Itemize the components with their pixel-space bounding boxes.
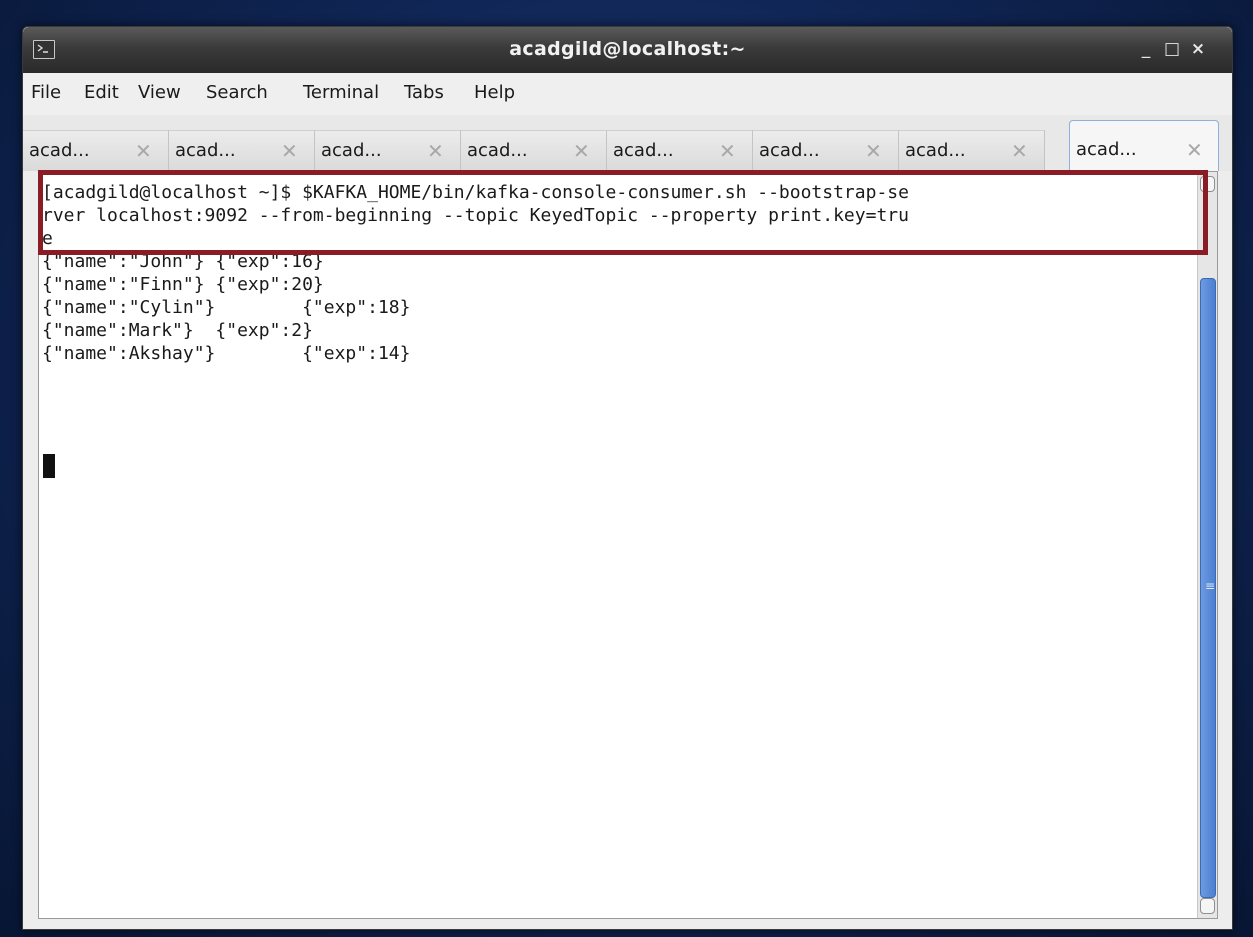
tab-close-icon[interactable]: ✕ <box>135 139 152 163</box>
tab-6[interactable]: acad... ✕ <box>753 130 899 171</box>
command-line-wrap: e <box>42 228 53 249</box>
tab-8-active[interactable]: acad... ✕ <box>1069 120 1219 171</box>
tab-close-icon[interactable]: ✕ <box>281 139 298 163</box>
tab-2[interactable]: acad... ✕ <box>169 130 315 171</box>
command-line: [acadgild@localhost ~]$ $KAFKA_HOME/bin/… <box>42 182 909 203</box>
scroll-thumb[interactable]: ≡ <box>1200 278 1216 898</box>
terminal-window: acadgild@localhost:~ _ □ × File Edit Vie… <box>22 26 1233 930</box>
tab-label: acad... <box>467 140 528 161</box>
tab-bar: acad... ✕ acad... ✕ acad... ✕ acad... ✕ … <box>23 115 1232 171</box>
output-line: {"name":Akshay"} {"exp":14} <box>42 343 411 364</box>
tab-7[interactable]: acad... ✕ <box>899 130 1045 171</box>
output-line: {"name":"Finn"} {"exp":20} <box>42 274 324 295</box>
menu-edit[interactable]: Edit <box>84 82 119 103</box>
menu-view[interactable]: View <box>138 82 181 103</box>
output-line: {"name":"John"} {"exp":16} <box>42 251 324 272</box>
minimize-button[interactable]: _ <box>1135 37 1157 61</box>
text-cursor <box>43 454 55 478</box>
menu-bar: File Edit View Search Terminal Tabs Help <box>23 73 1232 116</box>
title-bar[interactable]: acadgild@localhost:~ _ □ × <box>23 27 1232 73</box>
output-line: {"name":Mark"} {"exp":2} <box>42 320 313 341</box>
tab-4[interactable]: acad... ✕ <box>461 130 607 171</box>
tab-label: acad... <box>905 140 966 161</box>
tab-close-icon[interactable]: ✕ <box>1011 139 1028 163</box>
tab-label: acad... <box>29 140 90 161</box>
window-title: acadgild@localhost:~ <box>509 38 746 60</box>
tab-close-icon[interactable]: ✕ <box>865 139 882 163</box>
tab-5[interactable]: acad... ✕ <box>607 130 753 171</box>
tab-label: acad... <box>613 140 674 161</box>
menu-file[interactable]: File <box>31 82 61 103</box>
tab-label: acad... <box>759 140 820 161</box>
menu-tabs[interactable]: Tabs <box>404 82 444 103</box>
tab-close-icon[interactable]: ✕ <box>1186 138 1203 162</box>
maximize-button[interactable]: □ <box>1161 37 1183 61</box>
menu-help[interactable]: Help <box>474 82 515 103</box>
tab-label: acad... <box>175 140 236 161</box>
tab-1[interactable]: acad... ✕ <box>23 130 169 171</box>
close-button[interactable]: × <box>1187 37 1209 61</box>
vertical-scrollbar[interactable]: ≡ <box>1197 172 1217 918</box>
output-line: {"name":"Cylin"} {"exp":18} <box>42 297 411 318</box>
scroll-up-button[interactable] <box>1200 176 1215 192</box>
menu-terminal[interactable]: Terminal <box>303 82 379 103</box>
tab-3[interactable]: acad... ✕ <box>315 130 461 171</box>
tab-label: acad... <box>1076 139 1137 160</box>
scroll-down-button[interactable] <box>1200 898 1215 914</box>
tab-close-icon[interactable]: ✕ <box>427 139 444 163</box>
grip-icon: ≡ <box>1205 579 1216 593</box>
command-line-wrap: rver localhost:9092 --from-beginning --t… <box>42 205 909 226</box>
menu-search[interactable]: Search <box>206 82 268 103</box>
terminal-output[interactable]: [acadgild@localhost ~]$ $KAFKA_HOME/bin/… <box>38 171 1218 919</box>
tab-close-icon[interactable]: ✕ <box>719 139 736 163</box>
tab-close-icon[interactable]: ✕ <box>573 139 590 163</box>
tab-label: acad... <box>321 140 382 161</box>
